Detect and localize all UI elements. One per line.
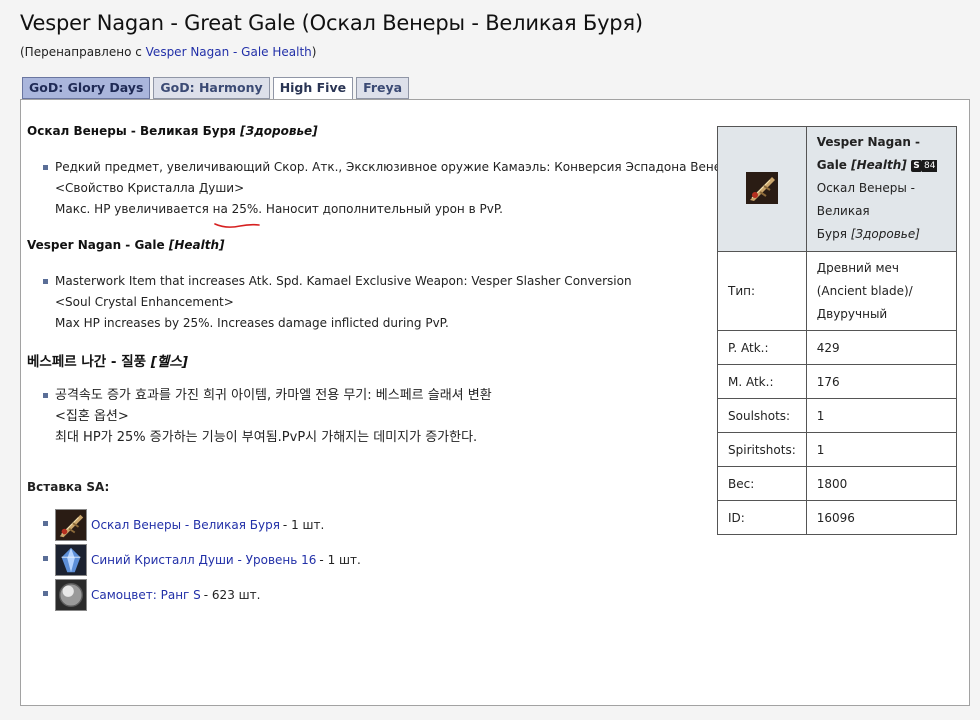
sa-title: Вставка SA: (27, 480, 110, 494)
sa-item-link[interactable]: Оскал Венеры - Великая Буря (91, 518, 280, 532)
infobox-value-line: (Ancient blade)/ (816, 283, 913, 298)
tab-content-panel: Оскал Венеры - Великая Буря [Здоровье] Р… (20, 99, 970, 706)
infobox-value: 1 (805, 432, 958, 467)
blue-soul-crystal-icon[interactable] (55, 544, 87, 576)
section-title-ru: Оскал Венеры - Великая Буря [Здоровье] (27, 124, 318, 138)
infobox-value-line: Древний меч (816, 260, 899, 275)
infobox-header: Vesper Nagan - Gale [Health] S 84 Оскал В… (717, 126, 958, 252)
sa-item: Самоцвет: Ранг S - 623 шт. (43, 578, 261, 612)
section-title-tag: [헬스] (150, 354, 188, 370)
item-name-en: Vesper Nagan - Gale [Health] S 84 (817, 131, 946, 177)
infobox-label: P. Atk.: (717, 330, 807, 365)
item-name-line: Vesper Nagan - (816, 134, 921, 149)
bullet-icon (43, 521, 48, 526)
infobox-value: 176 (805, 364, 958, 399)
version-tabs: GoD: Glory Days GoD: Harmony High Five F… (22, 77, 412, 100)
section-title-en: Vesper Nagan - Gale [Health] (27, 238, 224, 252)
infobox-value: 429 (805, 330, 958, 365)
section-title-tag: [Здоровье] (240, 124, 318, 138)
infobox-value-line: Двуручный (816, 306, 888, 321)
sa-item-count: - 1 шт. (282, 518, 325, 532)
tab-god-harmony[interactable]: GoD: Harmony (153, 77, 270, 99)
redirect-note: (Перенаправлено с Vesper Nagan - Gale He… (20, 45, 316, 59)
weapon-icon[interactable] (55, 509, 87, 541)
sa-item-link[interactable]: Синий Кристалл Души - Уровень 16 (91, 553, 316, 567)
description-en: Masterwork Item that increases Atk. Spd.… (43, 271, 632, 334)
infobox-icon-cell (717, 126, 807, 252)
item-name-ru-line: Великая (816, 203, 870, 218)
item-infobox: Vesper Nagan - Gale [Health] S 84 Оскал В… (717, 126, 958, 535)
infobox-row-id: ID: 16096 (717, 500, 958, 535)
item-name-tag: [Health] (851, 157, 907, 172)
redirect-suffix: ) (311, 45, 317, 59)
tab-god-glory-days[interactable]: GoD: Glory Days (22, 77, 151, 99)
infobox-label: Soulshots: (717, 398, 807, 433)
infobox-row-weight: Вес: 1800 (717, 466, 958, 501)
description-line: Max HP increases by 25%. Increases damag… (55, 316, 449, 330)
sa-item-count: - 1 шт. (319, 553, 361, 567)
infobox-label: Spiritshots: (717, 432, 807, 467)
red-underline-annotation (214, 223, 260, 228)
item-name-part: Gale (816, 157, 852, 172)
sa-item-count: - 623 шт. (203, 588, 261, 602)
bullet-icon (43, 556, 48, 561)
tab-high-five[interactable]: High Five (272, 77, 354, 100)
bullet-icon (43, 165, 48, 170)
page-title: Vesper Nagan - Great Gale (Оскал Венеры … (20, 11, 643, 35)
infobox-label: M. Atk.: (717, 364, 807, 399)
infobox-label: Тип: (717, 251, 807, 331)
grade-s-icon: S (910, 159, 922, 172)
description-line: 공격속도 증가 효과를 가진 희귀 아이템, 카마엘 전용 무기: 베스페르 슬… (55, 388, 492, 403)
infobox-row-spiritshots: Spiritshots: 1 (717, 432, 958, 467)
infobox-value: 16096 (805, 500, 958, 535)
description-line: 최대 HP가 25% 증가하는 기능이 부여됨.PvP시 가해지는 데미지가 증… (55, 430, 478, 445)
weapon-icon (745, 171, 778, 204)
bullet-icon (43, 279, 48, 284)
section-title-main: Оскал Венеры - Великая Буря (27, 124, 241, 138)
description-line: <집혼 옵션> (55, 409, 129, 424)
item-name-part: Буря (816, 226, 851, 241)
description-ru: Редкий предмет, увеличивающий Скор. Атк.… (43, 157, 739, 220)
infobox-row-soulshots: Soulshots: 1 (717, 398, 958, 433)
description-ko: 공격속도 증가 효과를 가진 희귀 아이템, 카마엘 전용 무기: 베스페르 슬… (43, 385, 492, 448)
item-name-tag: [Здоровье] (850, 226, 920, 241)
infobox-value: Древний меч (Ancient blade)/ Двуручный (805, 251, 958, 331)
redirect-prefix: (Перенаправлено с (20, 45, 146, 59)
description-line: Masterwork Item that increases Atk. Spd.… (55, 274, 632, 288)
infobox-label: Вес: (717, 466, 807, 501)
section-title-main: 베스페르 나간 - 질풍 (27, 354, 151, 370)
infobox-name-cell: Vesper Nagan - Gale [Health] S 84 Оскал В… (805, 126, 958, 252)
sa-item-link[interactable]: Самоцвет: Ранг S (91, 588, 201, 602)
item-name-ru-line: Оскал Венеры - (816, 180, 915, 195)
bullet-icon (43, 591, 48, 596)
section-title-tag: [Health] (168, 238, 225, 252)
description-line: <Свойство Кристалла Души> (55, 181, 245, 195)
section-title-ko: 베스페르 나간 - 질풍 [헬스] (27, 350, 188, 370)
description-line: Редкий предмет, увеличивающий Скор. Атк.… (55, 160, 739, 174)
infobox-value: 1 (805, 398, 958, 433)
redirect-link[interactable]: Vesper Nagan - Gale Health (146, 45, 312, 59)
section-title-main: Vesper Nagan - Gale (27, 238, 169, 252)
sa-item: Синий Кристалл Души - Уровень 16 - 1 шт. (43, 543, 361, 577)
sa-item: Оскал Венеры - Великая Буря - 1 шт. (43, 508, 325, 542)
description-line: Макс. HP увеличивается на 25%. Наносит д… (55, 202, 503, 216)
infobox-row-matk: M. Atk.: 176 (717, 364, 958, 399)
description-line: <Soul Crystal Enhancement> (55, 295, 234, 309)
tab-freya[interactable]: Freya (356, 77, 410, 99)
infobox-row-patk: P. Atk.: 429 (717, 330, 958, 365)
infobox-value: 1800 (805, 466, 958, 501)
infobox-label: ID: (717, 500, 807, 535)
grade-84-badge: 84 (921, 159, 938, 172)
bullet-icon (43, 393, 48, 398)
gemstone-icon[interactable] (55, 579, 87, 611)
item-name-ru-line: Буря [Здоровье] (817, 223, 946, 246)
item-name-line: Gale [Health] S 84 (817, 154, 946, 177)
infobox-row-type: Тип: Древний меч (Ancient blade)/ Двуруч… (717, 251, 958, 331)
